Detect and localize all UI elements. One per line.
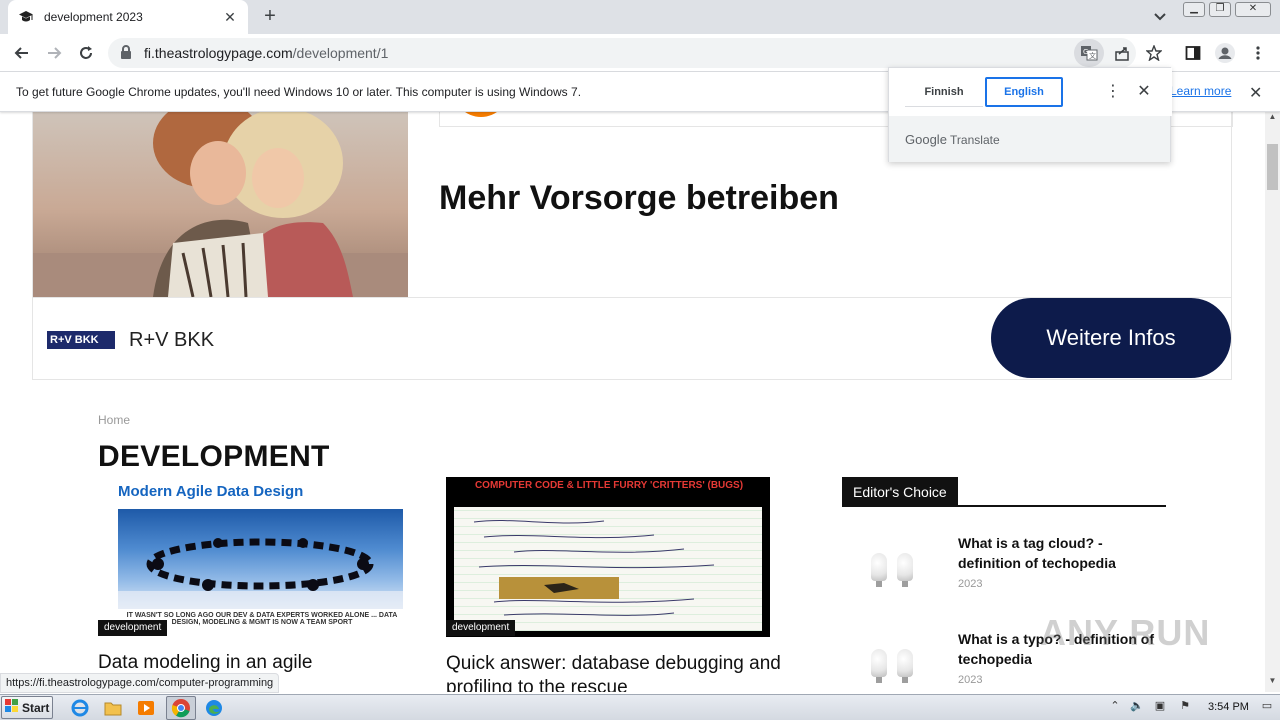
infobar-close-icon[interactable]: ✕ [1249,83,1262,103]
edge-icon[interactable] [204,698,224,718]
target-language-tab[interactable]: English [985,77,1063,107]
source-language-tab[interactable]: Finnish [905,77,983,107]
category-label[interactable]: development [98,620,168,636]
media-player-icon[interactable] [136,698,156,718]
lightbulb-icon [897,553,913,587]
article-image[interactable]: Modern Agile Data Design IT WASN'T SO LO… [98,477,423,637]
tab-close-icon[interactable]: ✕ [222,9,238,25]
breadcrumb-home-link[interactable]: Home [98,413,130,427]
show-desktop-icon[interactable]: ▭ [1259,699,1275,715]
article-image[interactable]: COMPUTER CODE & LITTLE FURRY 'CRITTERS' … [446,477,770,637]
status-bubble-url: https://fi.theastrologypage.com/computer… [0,673,280,693]
translate-icon[interactable]: G文 [1074,39,1104,67]
lightbulbs-thumbnail[interactable] [842,532,942,602]
google-logo-text: Google [905,132,947,147]
close-window-button[interactable]: ✕ [1235,2,1271,17]
taskbar-clock[interactable]: 3:54 PM [1208,701,1249,713]
network-icon[interactable]: ▣ [1152,699,1168,715]
anyrun-watermark: ANY RUN [1040,612,1211,653]
side-panel-icon[interactable] [1181,41,1205,65]
logbook-image [454,507,762,631]
image-title-text: Modern Agile Data Design [118,483,304,500]
scroll-down-arrow-icon[interactable]: ▼ [1265,676,1280,690]
ad-cta-button[interactable]: Weitere Infos [991,298,1231,378]
restore-button[interactable]: ❐ [1209,2,1231,17]
address-bar[interactable]: fi.theastrologypage.com/development/1 [108,38,1136,68]
article-title[interactable]: Data modeling in an agile [98,652,428,674]
skydivers-image [118,509,403,609]
ad-photo[interactable] [33,112,408,297]
svg-text:G: G [1083,48,1088,56]
scroll-up-arrow-icon[interactable]: ▲ [1265,112,1280,126]
lightbulb-icon [871,649,887,683]
editors-choice-year: 2023 [958,578,983,590]
profile-avatar-icon[interactable] [1213,41,1237,65]
bookmark-star-icon[interactable] [1142,41,1166,65]
tab-title: development 2023 [44,10,143,24]
section-rule [842,505,1166,507]
page-title: DEVELOPMENT [98,440,330,473]
web-page: Mehr Vorsorge betreiben R+V BKK R+V BKK … [0,112,1265,692]
new-tab-button[interactable]: + [258,6,282,28]
url-path: /development/1 [292,45,389,61]
page-scrollbar[interactable]: ▲ ▼ [1265,112,1280,692]
ad-logo[interactable]: R+V BKK [47,331,115,349]
windows-taskbar: Start ⌃ 🔈 ▣ ⚑ 3:54 PM ▭ [0,694,1280,720]
tab-search-icon[interactable] [1151,9,1169,25]
image-title-text: COMPUTER CODE & LITTLE FURRY 'CRITTERS' … [474,480,744,491]
category-label[interactable]: development [446,620,516,636]
editors-choice-year: 2023 [958,674,983,686]
google-translate-brand: Google Translate [889,116,1170,162]
back-icon[interactable] [10,41,34,65]
lightbulbs-thumbnail[interactable] [842,628,942,692]
translate-bubble: Finnish English ⋮ ✕ Google Translate [888,67,1172,162]
svg-text:文: 文 [1089,51,1096,60]
windows-logo-icon [5,699,19,716]
translate-close-icon[interactable]: ✕ [1135,81,1153,101]
translate-options-icon[interactable]: ⋮ [1105,81,1121,101]
lightbulb-icon [897,649,913,683]
article-title[interactable]: Quick answer: database debugging and pro… [446,652,786,692]
translate-label: Translate [950,133,1000,147]
tab-strip: development 2023 ✕ + ▁ ❐ ✕ [0,0,1280,34]
show-hidden-icons-icon[interactable]: ⌃ [1107,699,1123,715]
share-icon[interactable] [1110,41,1134,65]
start-button[interactable]: Start [1,696,53,719]
start-label: Start [22,700,50,715]
chrome-taskbar-button[interactable] [166,696,196,720]
lock-icon[interactable] [120,44,134,62]
editors-choice-title[interactable]: What is a tag cloud? - definition of tec… [958,533,1168,573]
infobar-message: To get future Google Chrome updates, you… [16,84,582,99]
url-host: fi.theastrologypage.com [144,45,293,61]
learn-more-link[interactable]: Learn more [1170,84,1231,98]
lightbulb-icon [871,553,887,587]
graduation-cap-icon [18,9,34,25]
internet-explorer-icon[interactable] [70,698,90,718]
action-center-flag-icon[interactable]: ⚑ [1177,699,1193,715]
volume-icon[interactable]: 🔈 [1129,699,1145,715]
scrollbar-thumb[interactable] [1267,144,1278,190]
ad-brand-name[interactable]: R+V BKK [129,329,214,352]
minimize-button[interactable]: ▁ [1183,2,1205,17]
reload-icon[interactable] [74,41,98,65]
editors-choice-header: Editor's Choice [842,477,958,507]
ad-headline[interactable]: Mehr Vorsorge betreiben [439,179,839,218]
forward-icon[interactable] [42,41,66,65]
file-explorer-icon[interactable] [103,698,123,718]
kebab-menu-icon[interactable] [1246,41,1270,65]
browser-tab[interactable]: development 2023 ✕ [8,0,248,34]
